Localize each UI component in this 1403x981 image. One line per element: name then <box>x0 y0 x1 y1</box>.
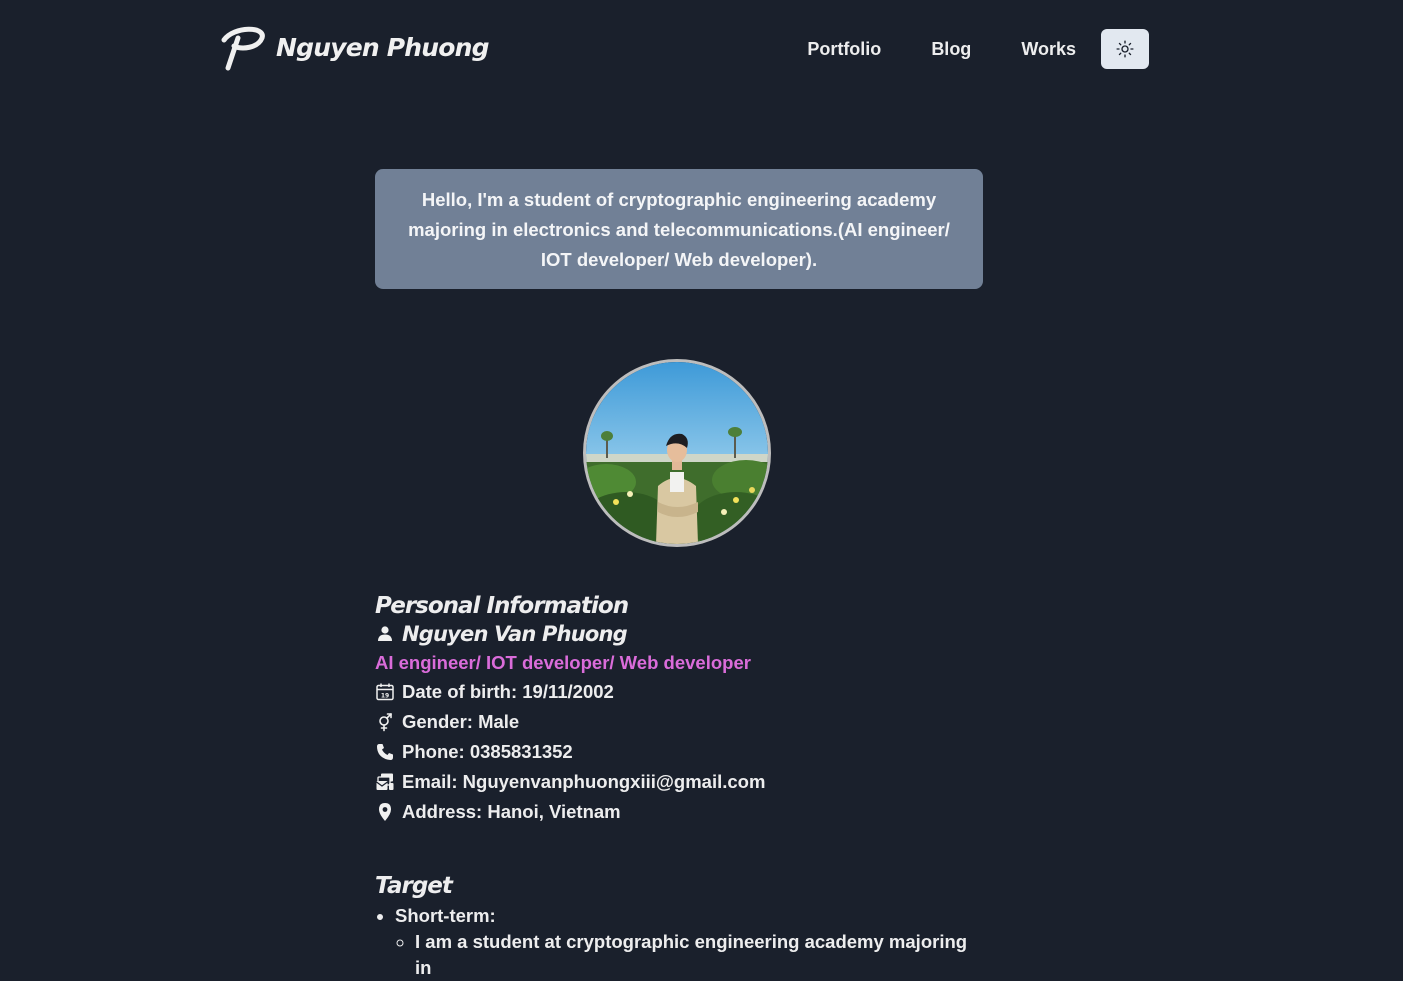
email-row: Email: Nguyenvanphuongxiii@gmail.com <box>375 767 983 797</box>
target-title: Target <box>375 873 453 899</box>
phone-text: Phone: 0385831352 <box>402 741 573 762</box>
profile-photo <box>586 362 768 544</box>
address-text: Address: Hanoi, Vietnam <box>402 801 621 822</box>
calendar-icon: 19 <box>375 682 395 702</box>
nav-links: Portfolio Blog Works <box>807 29 1149 69</box>
avatar <box>583 359 771 547</box>
user-icon <box>375 624 395 644</box>
main-content: Hello, I'm a student of cryptographic en… <box>375 169 983 981</box>
phone-row: Phone: 0385831352 <box>375 737 983 767</box>
nav-link-portfolio[interactable]: Portfolio <box>807 29 881 69</box>
personal-info-section: Personal Information Nguyen Van Phuong A… <box>375 593 983 827</box>
navbar: Nguyen Phuong Portfolio Blog Works <box>0 0 1403 97</box>
sun-icon <box>1116 40 1134 58</box>
target-sub-item-text: I am a student at cryptographic engineer… <box>415 931 968 978</box>
gender-icon <box>375 712 395 732</box>
list-item: Short-term: I am a student at cryptograp… <box>395 903 983 981</box>
intro-text: Hello, I'm a student of cryptographic en… <box>408 189 950 270</box>
brand-name: Nguyen Phuong <box>276 33 490 62</box>
dob-text: Date of birth: 19/11/2002 <box>402 681 614 702</box>
brand-link[interactable]: Nguyen Phuong <box>220 24 490 72</box>
list-item: I am a student at cryptographic engineer… <box>415 929 983 981</box>
brand-logo-icon <box>221 26 265 71</box>
target-item-label: Short-term: <box>395 905 496 926</box>
address-row: Address: Hanoi, Vietnam <box>375 797 983 827</box>
full-name: Nguyen Van Phuong <box>402 622 628 646</box>
role-text: AI engineer/ IOT developer/ Web develope… <box>375 652 751 673</box>
target-sub-list: I am a student at cryptographic engineer… <box>395 929 983 981</box>
location-pin-icon <box>375 802 395 822</box>
nav-link-blog[interactable]: Blog <box>931 29 971 69</box>
phone-icon <box>375 742 395 762</box>
email-text: Email: Nguyenvanphuongxiii@gmail.com <box>402 771 766 792</box>
mail-bulk-icon <box>375 772 395 792</box>
dob-row: 19 Date of birth: 19/11/2002 <box>375 677 983 707</box>
target-list: Short-term: I am a student at cryptograp… <box>375 903 983 981</box>
personal-info-title: Personal Information <box>375 593 629 619</box>
intro-box: Hello, I'm a student of cryptographic en… <box>375 169 983 289</box>
svg-text:19: 19 <box>381 693 389 700</box>
nav-link-works[interactable]: Works <box>1021 29 1076 69</box>
gender-row: Gender: Male <box>375 707 983 737</box>
name-row: Nguyen Van Phuong <box>375 619 983 649</box>
avatar-container <box>375 359 983 547</box>
target-section: Target Short-term: I am a student at cry… <box>375 873 983 981</box>
gender-text: Gender: Male <box>402 711 520 732</box>
theme-toggle-button[interactable] <box>1101 29 1149 69</box>
